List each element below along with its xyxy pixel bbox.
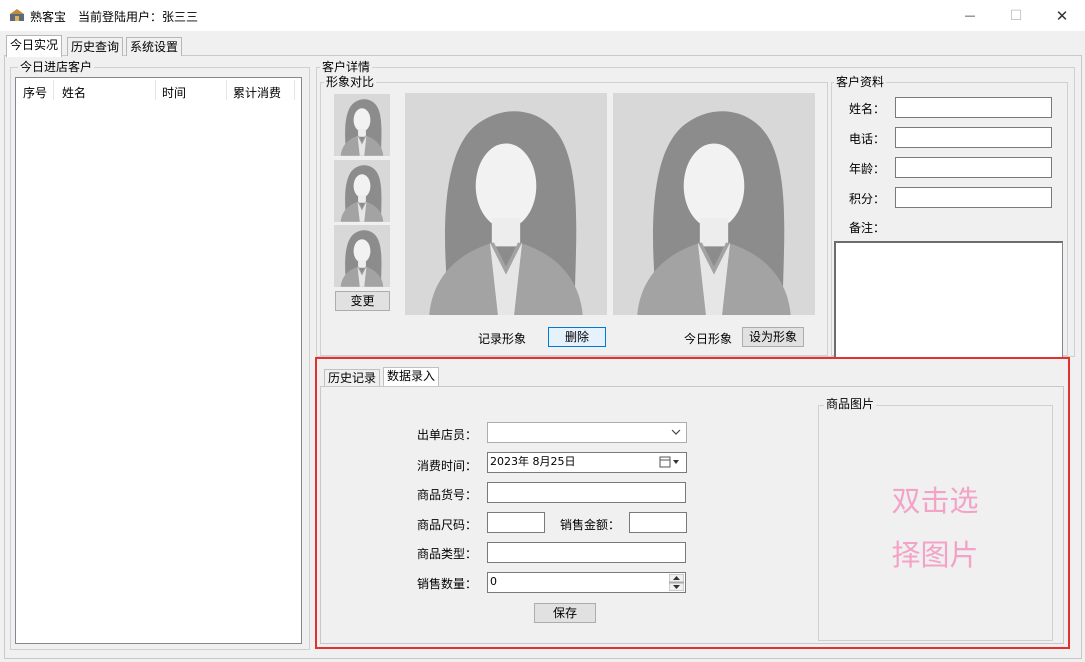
col-divider[interactable]	[226, 80, 227, 100]
maximize-icon: ☐	[1009, 7, 1023, 24]
maximize-button[interactable]: ☐	[993, 0, 1039, 31]
item-no-label: 商品货号：	[417, 488, 478, 502]
goods-image-title: 商品图片	[824, 397, 877, 411]
customer-detail-title: 客户详情	[320, 60, 373, 74]
col-divider[interactable]	[294, 80, 295, 100]
chevron-down-icon	[671, 424, 681, 446]
window-title: 熟客宝	[30, 10, 67, 24]
current-user-label: 当前登陆用户：张三三	[78, 10, 199, 24]
customer-profile-title: 客户资料	[834, 75, 887, 89]
clerk-label: 出单店员：	[417, 428, 478, 442]
qty-stepper[interactable]: 0	[487, 572, 686, 593]
note-textarea[interactable]	[834, 241, 1063, 358]
today-image[interactable]	[613, 93, 815, 315]
size-field[interactable]	[487, 512, 545, 533]
note-label: 备注：	[849, 221, 886, 235]
app-icon	[9, 8, 25, 22]
image-compare-title: 形象对比	[324, 75, 377, 89]
phone-field[interactable]	[895, 127, 1052, 148]
today-image-label: 今日形象	[684, 332, 733, 346]
minimize-icon: —	[964, 9, 976, 22]
type-label: 商品类型：	[417, 547, 478, 561]
type-field[interactable]	[487, 542, 686, 563]
phone-label: 电话：	[849, 132, 886, 146]
goods-image-hint[interactable]: 双击选 择图片	[819, 474, 1051, 582]
col-header-name[interactable]: 姓名	[62, 84, 86, 101]
col-header-index[interactable]: 序号	[23, 84, 47, 101]
record-thumbnail-3[interactable]	[334, 225, 390, 287]
qty-label: 销售数量：	[417, 577, 478, 591]
time-datepicker[interactable]: 2023年 8月25日	[487, 452, 687, 473]
set-as-image-button[interactable]: 设为形象	[742, 327, 804, 347]
name-field[interactable]	[895, 97, 1052, 118]
clerk-select[interactable]	[487, 422, 687, 443]
tab-history-records[interactable]: 历史记录	[324, 369, 381, 387]
delete-button[interactable]: 删除	[548, 327, 606, 347]
age-label: 年龄：	[849, 162, 886, 176]
tab-history-query[interactable]: 历史查询	[67, 37, 124, 56]
time-label: 消费时间：	[417, 459, 478, 473]
age-field[interactable]	[895, 157, 1052, 178]
minimize-button[interactable]: —	[947, 0, 993, 31]
col-divider[interactable]	[155, 80, 156, 100]
qty-value: 0	[490, 575, 497, 588]
record-thumbnail-1[interactable]	[334, 94, 390, 156]
amount-label: 销售金额：	[560, 518, 621, 532]
today-customers-title: 今日进店客户	[18, 60, 95, 74]
item-no-field[interactable]	[487, 482, 686, 503]
calendar-icon[interactable]	[659, 455, 683, 474]
size-label: 商品尺码：	[417, 518, 478, 532]
col-header-total-spend[interactable]: 累计消费	[233, 84, 281, 101]
record-thumbnail-2[interactable]	[334, 160, 390, 222]
change-button[interactable]: 变更	[335, 291, 390, 311]
goods-image-hint-line2: 择图片	[891, 538, 979, 572]
tab-data-entry[interactable]: 数据录入	[383, 367, 440, 387]
tab-today[interactable]: 今日实况	[6, 35, 63, 57]
col-header-time[interactable]: 时间	[162, 84, 186, 101]
today-customers-list[interactable]	[15, 77, 302, 644]
spin-buttons[interactable]	[668, 573, 685, 596]
col-divider[interactable]	[53, 80, 54, 100]
record-image-label: 记录形象	[478, 332, 527, 346]
save-button[interactable]: 保存	[534, 603, 596, 623]
goods-image-hint-line1: 双击选	[891, 484, 979, 518]
name-label: 姓名：	[849, 102, 886, 116]
tab-system-settings[interactable]: 系统设置	[126, 37, 183, 56]
amount-field[interactable]	[629, 512, 687, 533]
close-icon: ✕	[1055, 6, 1069, 25]
time-value: 2023年 8月25日	[490, 455, 576, 468]
close-button[interactable]: ✕	[1039, 0, 1085, 31]
record-image[interactable]	[405, 93, 607, 315]
points-field[interactable]	[895, 187, 1052, 208]
points-label: 积分：	[849, 192, 886, 206]
